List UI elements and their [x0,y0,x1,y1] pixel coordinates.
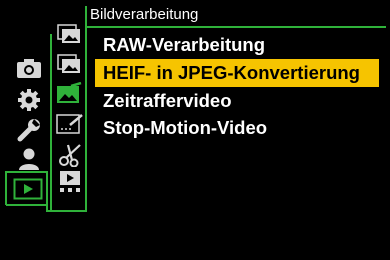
menu-item-heif-to-jpeg[interactable]: HEIF- in JPEG-Konvertierung [95,59,379,87]
camera-icon[interactable] [16,57,42,84]
menu-item-stop-motion-video[interactable]: Stop-Motion-Video [95,114,379,142]
gear-icon[interactable] [16,88,42,117]
menu-item-raw-processing[interactable]: RAW-Verarbeitung [95,31,379,59]
image-stack-icon[interactable] [57,24,83,51]
page-title: Bildverarbeitung [90,6,199,23]
person-icon[interactable] [18,148,40,175]
wrench-icon[interactable] [17,118,41,147]
scissors-icon[interactable] [58,143,82,172]
playback-icon[interactable] [13,178,43,205]
image-edit-icon[interactable] [55,81,83,111]
image-stack-icon[interactable] [57,54,83,81]
menu-item-time-lapse-video[interactable]: Zeitraffervideo [95,87,379,115]
text-edit-icon[interactable] [56,113,84,140]
slideshow-icon[interactable] [57,170,83,199]
